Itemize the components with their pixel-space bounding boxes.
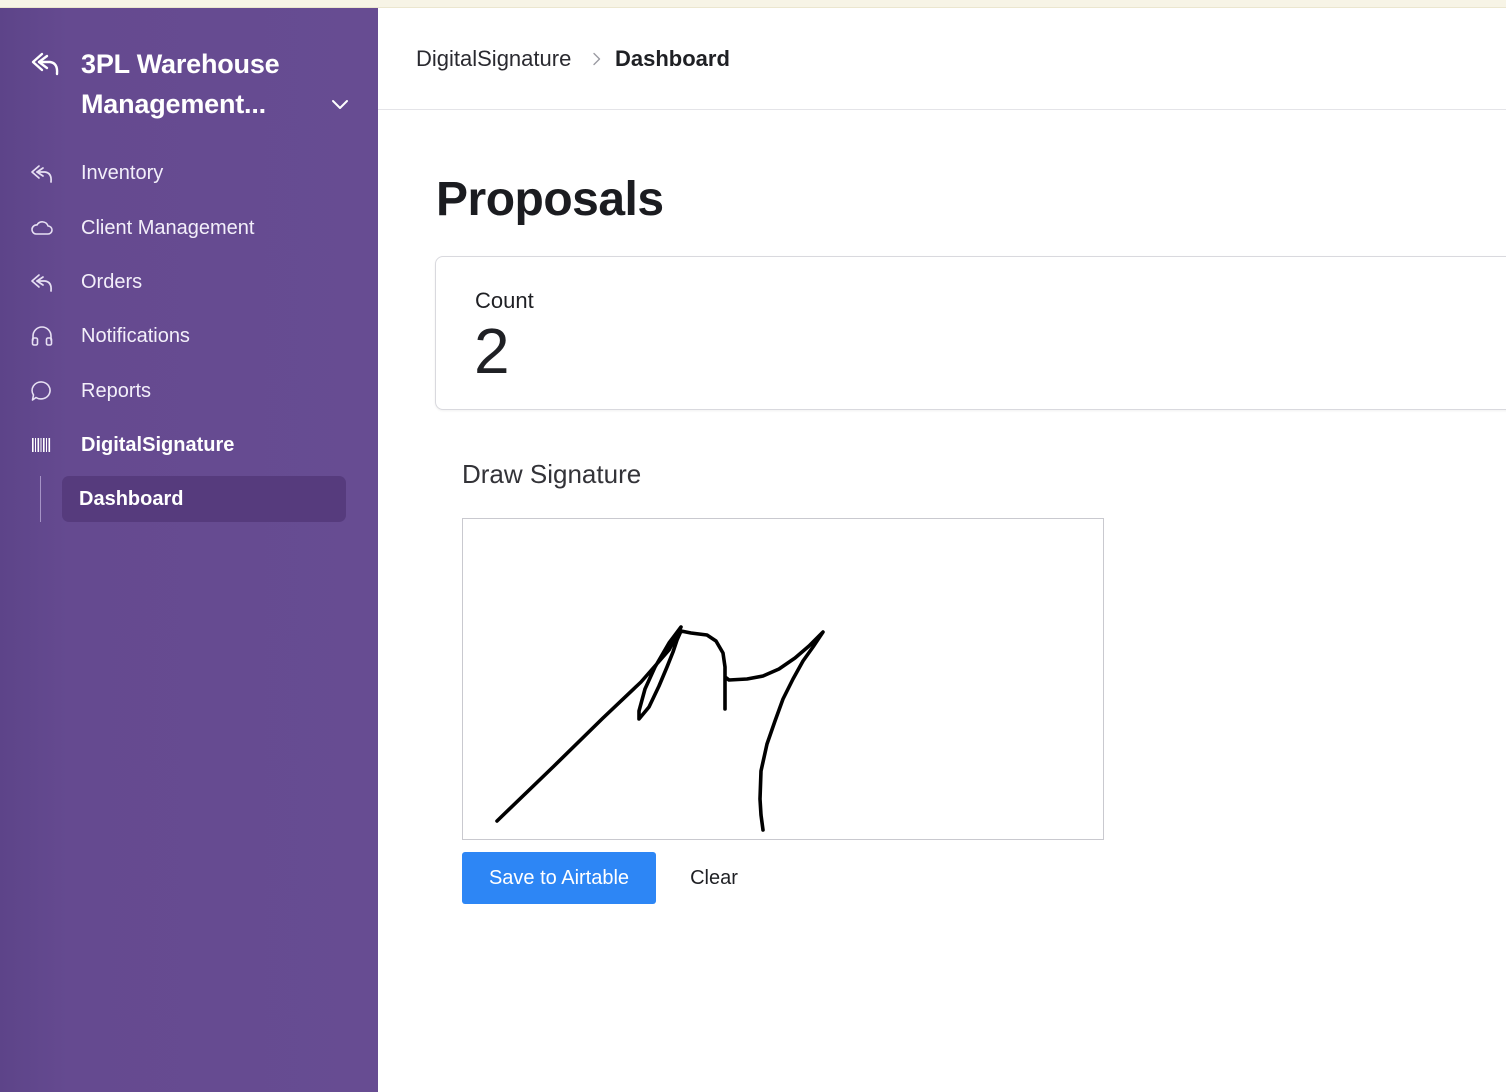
sidebar-item-label: DigitalSignature [81, 434, 235, 456]
sidebar-subitem-label: Dashboard [79, 488, 184, 510]
signature-heading: Draw Signature [462, 459, 642, 489]
sidebar-subitem-dashboard[interactable]: Dashboard [62, 476, 346, 522]
chevron-down-icon[interactable] [330, 94, 350, 114]
breadcrumb-current: Dashboard [615, 46, 730, 71]
sidebar-item-label: Client Management [81, 217, 255, 239]
barcode-icon [32, 438, 51, 452]
signature-canvas[interactable] [462, 518, 1104, 840]
clear-button[interactable]: Clear [672, 852, 756, 904]
sidebar-item-inventory[interactable]: Inventory [0, 151, 378, 195]
reply-arrow-icon [31, 52, 59, 76]
sidebar-item-client-management[interactable]: Client Management [0, 206, 378, 250]
count-card: Count 2 [435, 256, 1506, 410]
sidebar-item-label: Orders [81, 271, 143, 293]
app-title: 3PL Warehouse Management... [81, 49, 280, 119]
reply-arrow-icon [31, 165, 52, 183]
sidebar-item-notifications[interactable]: Notifications [0, 314, 378, 358]
app-switcher[interactable]: 3PL Warehouse Management... [0, 8, 378, 138]
count-value: 2 [474, 315, 510, 387]
chevron-right-icon [593, 52, 601, 66]
browser-top-strip [0, 0, 1506, 8]
count-label: Count [475, 288, 534, 313]
breadcrumb-parent[interactable]: DigitalSignature [416, 46, 571, 72]
headphones-icon [31, 326, 53, 346]
submenu-guide-line [40, 476, 41, 522]
sidebar: 3PL Warehouse Management... Inventory Cl… [0, 8, 378, 1092]
sidebar-item-digitalsignature[interactable]: DigitalSignature [0, 423, 378, 467]
sidebar-item-reports[interactable]: Reports [0, 369, 378, 413]
save-to-airtable-button[interactable]: Save to Airtable [462, 852, 656, 904]
chat-bubble-icon [31, 381, 51, 401]
sidebar-item-label: Notifications [81, 325, 190, 347]
sidebar-item-orders[interactable]: Orders [0, 260, 378, 304]
sidebar-item-label: Inventory [81, 162, 164, 184]
cloud-icon [31, 221, 53, 235]
top-bar: DigitalSignature Dashboard [378, 8, 1506, 110]
page-title: Proposals [436, 173, 664, 226]
reply-arrow-icon [31, 274, 52, 292]
sidebar-item-label: Reports [81, 380, 152, 402]
signature-stroke [495, 625, 825, 832]
